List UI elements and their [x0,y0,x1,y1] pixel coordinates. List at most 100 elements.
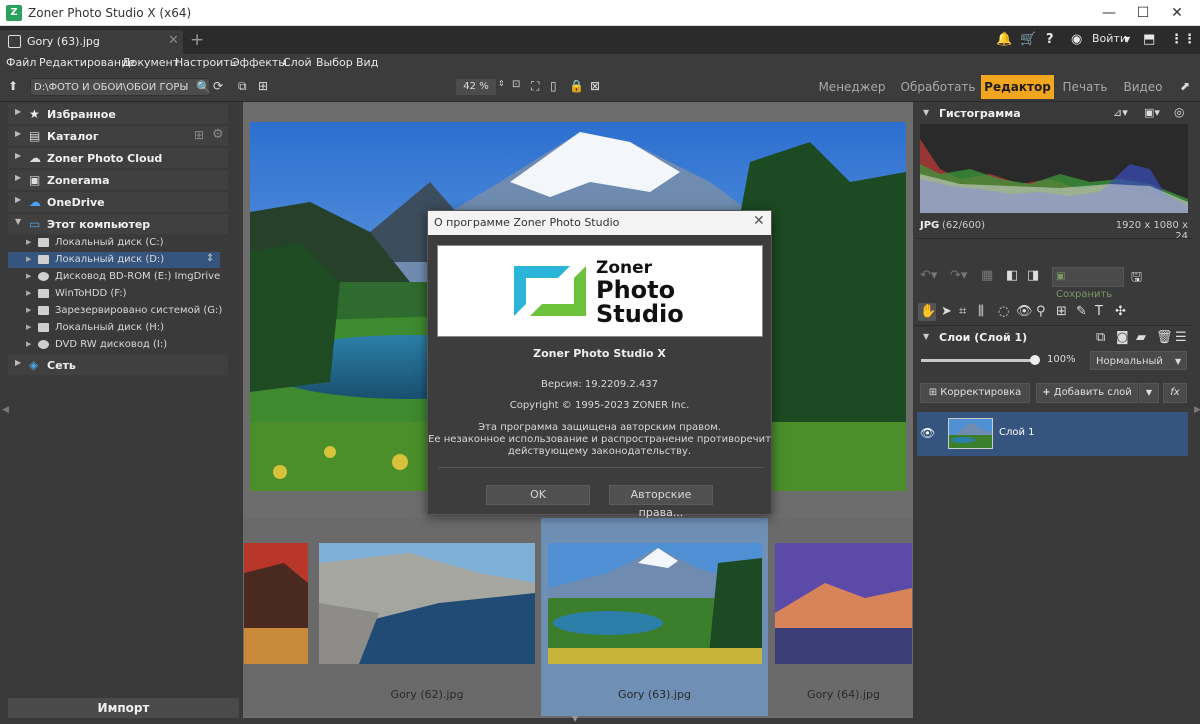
strip-collapse-icon[interactable]: ▼ [572,714,578,723]
zoom-1to1-icon[interactable]: ⊡ [512,79,520,90]
nav-zonerama[interactable]: ▶ ▣ Zonerama [8,170,228,190]
nav-this-computer[interactable]: ▼ ▭ Этот компьютер [8,214,228,234]
nav-onedrive[interactable]: ▶ ☁ OneDrive [8,192,228,212]
fx-button[interactable]: fx [1163,383,1187,403]
add-folder-icon[interactable]: ⊞ [194,128,204,142]
mode-tab-editor[interactable]: Редактор [981,75,1054,99]
menu-layer[interactable]: Слой [283,56,312,69]
export-icon[interactable]: ⧉ [238,79,247,94]
add-folder-icon[interactable]: ⊞ [258,79,268,93]
histogram-mode-icon[interactable]: ⊿▾ [1113,106,1128,119]
drive-item-e[interactable]: ▶ Дисковод BD-ROM (E:) ImgDrive [8,269,220,285]
histogram-channel-icon[interactable]: ▣▾ [1144,106,1160,119]
history-icon[interactable]: ▦ [981,268,993,283]
dialog-close-button[interactable]: ✕ [753,213,765,229]
panel-collapse-right-icon[interactable]: ▶ [1194,405,1200,415]
chevron-down-icon[interactable]: ▼ [1124,35,1130,44]
fit-screen-icon[interactable]: ⛶ [531,79,539,94]
save-as-icon[interactable]: 🖫 [1131,268,1142,290]
mode-tab-manager[interactable]: Менеджер [812,75,892,99]
tab-close-button[interactable]: ✕ [168,33,179,48]
duplicate-layer-icon[interactable]: ⧉ [1096,330,1105,345]
drive-item-c[interactable]: ▶ Локальный диск (C:) [8,235,220,251]
drive-item-i[interactable]: ▶ DVD RW дисковод (I:) [8,337,220,353]
menu-select[interactable]: Выбор [316,56,353,69]
close-window-button[interactable]: ✕ [1154,0,1200,26]
layers-menu-icon[interactable]: ☰ [1175,330,1187,345]
red-eye-tool-icon[interactable]: 👁 [1016,304,1033,319]
reset-icon[interactable]: ◨ [1027,268,1039,283]
layer-mask-icon[interactable]: ◙ [1116,330,1129,345]
menu-effects[interactable]: Эффекты [232,56,287,69]
clone-stamp-tool-icon[interactable]: ⚲ [1036,304,1046,319]
lock-icon[interactable]: 🔒 [569,79,584,93]
hand-tool-icon[interactable]: ✋ [920,304,936,319]
save-button[interactable]: ▣ Сохранить [1052,267,1124,300]
compare-before-after-icon[interactable]: ◧ [1006,268,1018,283]
search-icon[interactable]: 🔍 [196,80,211,94]
folder-up-icon[interactable]: ⬆ [8,79,18,93]
drive-item-d[interactable]: ▶ Локальный диск (D:) ⇕ [8,252,220,268]
menu-file[interactable]: Файл [6,56,36,69]
help-icon[interactable]: ? [1046,32,1054,47]
correction-button[interactable]: ⊞ Корректировка [920,383,1030,403]
heal-tool-icon[interactable]: ⊞ [1056,304,1067,319]
add-layer-dropdown[interactable]: ▼ [1139,383,1159,403]
thumbnail-item[interactable] [244,543,308,664]
menu-adjust[interactable]: Настроить [175,56,236,69]
thumbnail-item-selected[interactable] [548,543,762,664]
delete-layer-icon[interactable]: 🗑 [1156,330,1173,345]
crop-tool-icon[interactable]: ⌗ [959,304,966,319]
redo-icon[interactable]: ↷▾ [950,268,967,283]
nav-favorites[interactable]: ▶ ★ Избранное [8,104,228,124]
gear-icon[interactable]: ⚙ [212,127,224,142]
add-layer-button[interactable]: + Добавить слой [1036,383,1138,403]
select-tool-icon[interactable]: ➤ [941,304,952,319]
user-icon[interactable]: ◉ [1071,32,1082,47]
drive-item-f[interactable]: ▶ WinToHDD (F:) [8,286,220,302]
thumbnail-item[interactable] [775,543,912,664]
mode-tab-print[interactable]: Печать [1058,75,1112,99]
compare-icon[interactable]: ⊠ [590,79,600,93]
menu-view[interactable]: Вид [356,56,378,69]
screen-icon[interactable]: ⬒ [1143,32,1155,47]
panel-collapse-left-icon[interactable]: ◀ [2,405,9,415]
zoom-stepper-icon[interactable]: ⇕ [498,79,505,88]
copyright-button[interactable]: Авторские права... [609,485,713,519]
effects-tool-icon[interactable]: ✣ [1115,304,1126,319]
menu-edit[interactable]: Редактирование [39,56,135,69]
lasso-tool-icon[interactable]: ◌ [998,304,1009,319]
path-input[interactable] [31,79,191,95]
import-button[interactable]: Импорт [8,698,239,718]
cart-icon[interactable]: 🛒 [1020,32,1036,47]
mode-tab-video[interactable]: Видео [1117,75,1169,99]
opacity-slider-track[interactable] [921,359,1035,362]
layer-group-icon[interactable]: ▰ [1136,330,1146,345]
undo-icon[interactable]: ↶▾ [920,268,937,283]
nav-catalog[interactable]: ▶ ▤ Каталог ⊞ ⚙ [8,126,228,146]
brush-tool-icon[interactable]: ✎ [1076,304,1087,319]
refresh-icon[interactable]: ⟳ [213,79,223,93]
login-button[interactable]: Войти [1092,32,1127,45]
external-window-icon[interactable]: ⬈ [1180,79,1190,93]
menu-document[interactable]: Документ [122,56,179,69]
drive-item-h[interactable]: ▶ Локальный диск (H:) [8,320,220,336]
straighten-tool-icon[interactable]: ⫼ [978,304,984,319]
bell-icon[interactable]: 🔔 [996,32,1012,47]
histogram-settings-icon[interactable]: ◎ [1174,105,1184,119]
nav-zoner-cloud[interactable]: ▶ ☁ Zoner Photo Cloud [8,148,228,168]
blend-mode-select[interactable]: Нормальный ▼ [1090,351,1187,370]
nav-network[interactable]: ▶ ◈ Сеть [8,355,228,375]
opacity-slider-handle[interactable] [1030,355,1040,365]
mode-tab-develop[interactable]: Обработать [898,75,978,99]
text-tool-icon[interactable]: T [1095,304,1103,319]
drive-item-g[interactable]: ▶ Зарезервировано системой (G:) [8,303,222,319]
ok-button[interactable]: OK [486,485,590,505]
tab-active-document[interactable]: Gory (63).jpg ✕ [0,30,183,54]
new-tab-button[interactable]: + [190,30,204,50]
eye-visibility-icon[interactable]: 👁 [920,426,935,440]
more-icon[interactable]: ⋮⋮ [1170,32,1196,47]
thumbnail-item[interactable] [319,543,535,664]
layers-header[interactable]: ▼ Слои (Слой 1) [915,327,1192,349]
sync-icon[interactable]: ⇕ [206,253,214,264]
